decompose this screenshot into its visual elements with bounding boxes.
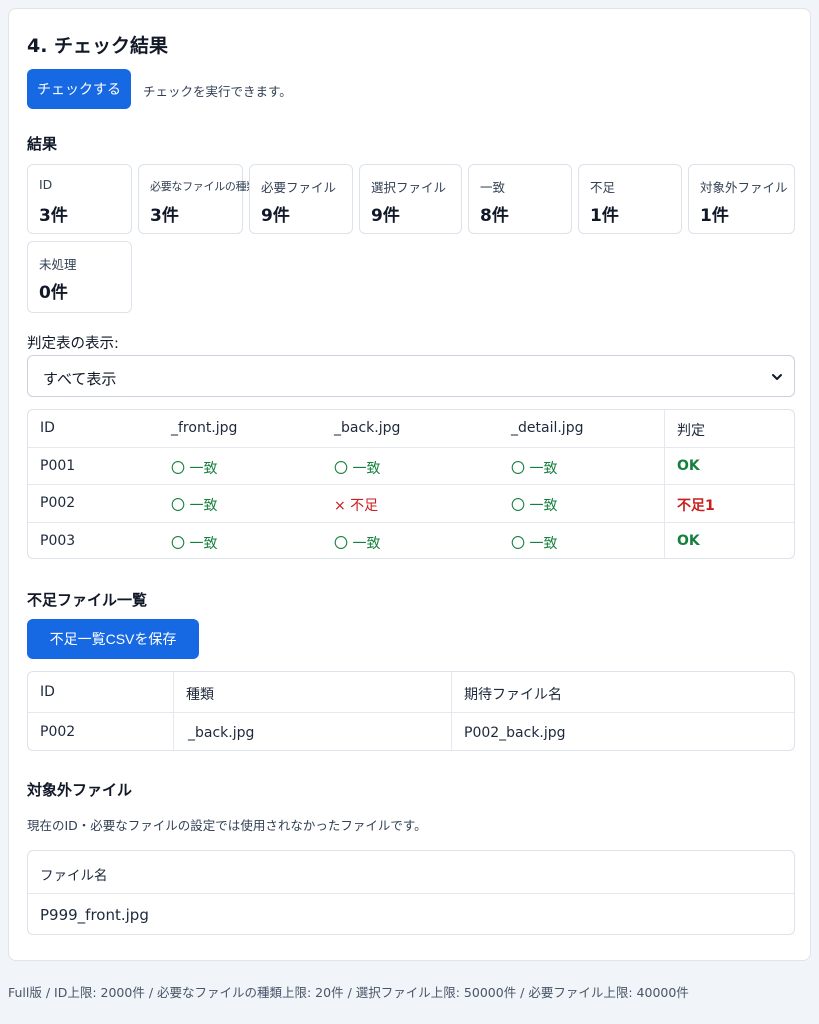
- header-id: ID: [40, 420, 55, 436]
- back-status: 〇 一致: [334, 536, 381, 552]
- judgement-badge: 不足1: [677, 498, 715, 514]
- missing-table: ID 種類 期待ファイル名 P002 _back.jpg P002_back.j…: [27, 671, 795, 751]
- table-row: P999_front.jpg: [28, 893, 794, 934]
- chevron-down-icon: [772, 374, 782, 380]
- stat-label: 不足: [590, 180, 616, 195]
- front-status: 〇 一致: [171, 536, 218, 552]
- stat-card-selected-files: 選択ファイル 9件: [359, 164, 462, 234]
- row-id: P002: [40, 724, 76, 740]
- stat-card-id: ID 3件: [27, 164, 132, 234]
- stat-value: 1件: [700, 206, 729, 226]
- header-file-name: ファイル名: [40, 868, 108, 884]
- run-note: チェックを実行できます。: [143, 84, 292, 99]
- stat-card-required-files: 必要ファイル 9件: [249, 164, 353, 234]
- section-title: 4. チェック結果: [27, 35, 169, 57]
- stat-card-unprocessed: 未処理 0件: [27, 241, 132, 313]
- outside-files-note: 現在のID・必要なファイルの設定では使用されなかったファイルです。: [27, 818, 427, 833]
- header-judgement: 判定: [677, 423, 705, 439]
- table-row: P002 _back.jpg P002_back.jpg: [28, 712, 794, 750]
- table-row: P002 〇 一致 × 不足 〇 一致 不足1: [28, 484, 794, 522]
- table-header-row: ID _front.jpg _back.jpg _detail.jpg 判定: [28, 410, 794, 447]
- table-row: P003 〇 一致 〇 一致 〇 一致 OK: [28, 522, 794, 558]
- filter-label: 判定表の表示:: [27, 336, 119, 352]
- stat-label: 一致: [480, 180, 506, 195]
- stat-value: 8件: [480, 206, 509, 226]
- file-name: P999_front.jpg: [40, 906, 149, 924]
- row-id: P001: [40, 458, 76, 474]
- results-title: 結果: [27, 135, 58, 153]
- filter-selected-value: すべて表示: [43, 370, 117, 388]
- header-kind: 種類: [186, 687, 214, 703]
- stat-label: 対象外ファイル: [700, 180, 788, 195]
- stat-value: 3件: [39, 206, 68, 226]
- filter-select[interactable]: すべて表示: [27, 355, 795, 397]
- stat-label: 選択ファイル: [371, 180, 447, 195]
- header-detail: _detail.jpg: [511, 420, 584, 436]
- row-kind: _back.jpg: [188, 725, 255, 741]
- outside-files-table: ファイル名 P999_front.jpg: [27, 850, 795, 935]
- stat-card-missing: 不足 1件: [578, 164, 682, 234]
- front-status: 〇 一致: [171, 461, 218, 477]
- stat-card-match: 一致 8件: [468, 164, 572, 234]
- row-id: P002: [40, 495, 76, 511]
- back-status: × 不足: [334, 498, 379, 514]
- stat-card-outside-files: 対象外ファイル 1件: [688, 164, 795, 234]
- detail-status: 〇 一致: [511, 461, 558, 477]
- table-row: P001 〇 一致 〇 一致 〇 一致 OK: [28, 447, 794, 484]
- header-expected-name: 期待ファイル名: [464, 687, 562, 703]
- header-id: ID: [40, 684, 55, 700]
- table-header-row: ID 種類 期待ファイル名: [28, 672, 794, 712]
- stat-value: 9件: [261, 206, 290, 226]
- judge-table: ID _front.jpg _back.jpg _detail.jpg 判定 P…: [27, 409, 795, 559]
- stat-label: ID: [39, 177, 53, 192]
- back-status: 〇 一致: [334, 461, 381, 477]
- save-missing-csv-button[interactable]: 不足一覧CSVを保存: [27, 619, 199, 659]
- judgement-badge: OK: [677, 533, 700, 549]
- footer-limits: Full版 / ID上限: 2000件 / 必要なファイルの種類上限: 20件 …: [8, 985, 689, 1000]
- stat-label: 必要なファイルの種類: [150, 180, 257, 193]
- stat-value: 1件: [590, 206, 619, 226]
- stat-label: 必要ファイル: [261, 180, 337, 195]
- table-header-row: ファイル名: [28, 851, 794, 893]
- row-expected-name: P002_back.jpg: [464, 725, 566, 741]
- stat-value: 0件: [39, 283, 68, 303]
- stat-card-file-types: 必要なファイルの種類 3件: [138, 164, 257, 234]
- outside-files-title: 対象外ファイル: [27, 781, 133, 799]
- stat-value: 3件: [150, 206, 179, 226]
- detail-status: 〇 一致: [511, 498, 558, 514]
- row-id: P003: [40, 533, 76, 549]
- stat-label: 未処理: [39, 257, 77, 272]
- check-result-panel: 4. チェック結果 チェックする チェックを実行できます。 結果 ID 3件 必…: [8, 8, 811, 961]
- header-back: _back.jpg: [334, 420, 401, 436]
- header-front: _front.jpg: [171, 420, 238, 436]
- missing-list-title: 不足ファイル一覧: [27, 591, 148, 609]
- front-status: 〇 一致: [171, 498, 218, 514]
- judgement-badge: OK: [677, 458, 700, 474]
- detail-status: 〇 一致: [511, 536, 558, 552]
- run-check-button[interactable]: チェックする: [27, 69, 131, 109]
- stat-value: 9件: [371, 206, 400, 226]
